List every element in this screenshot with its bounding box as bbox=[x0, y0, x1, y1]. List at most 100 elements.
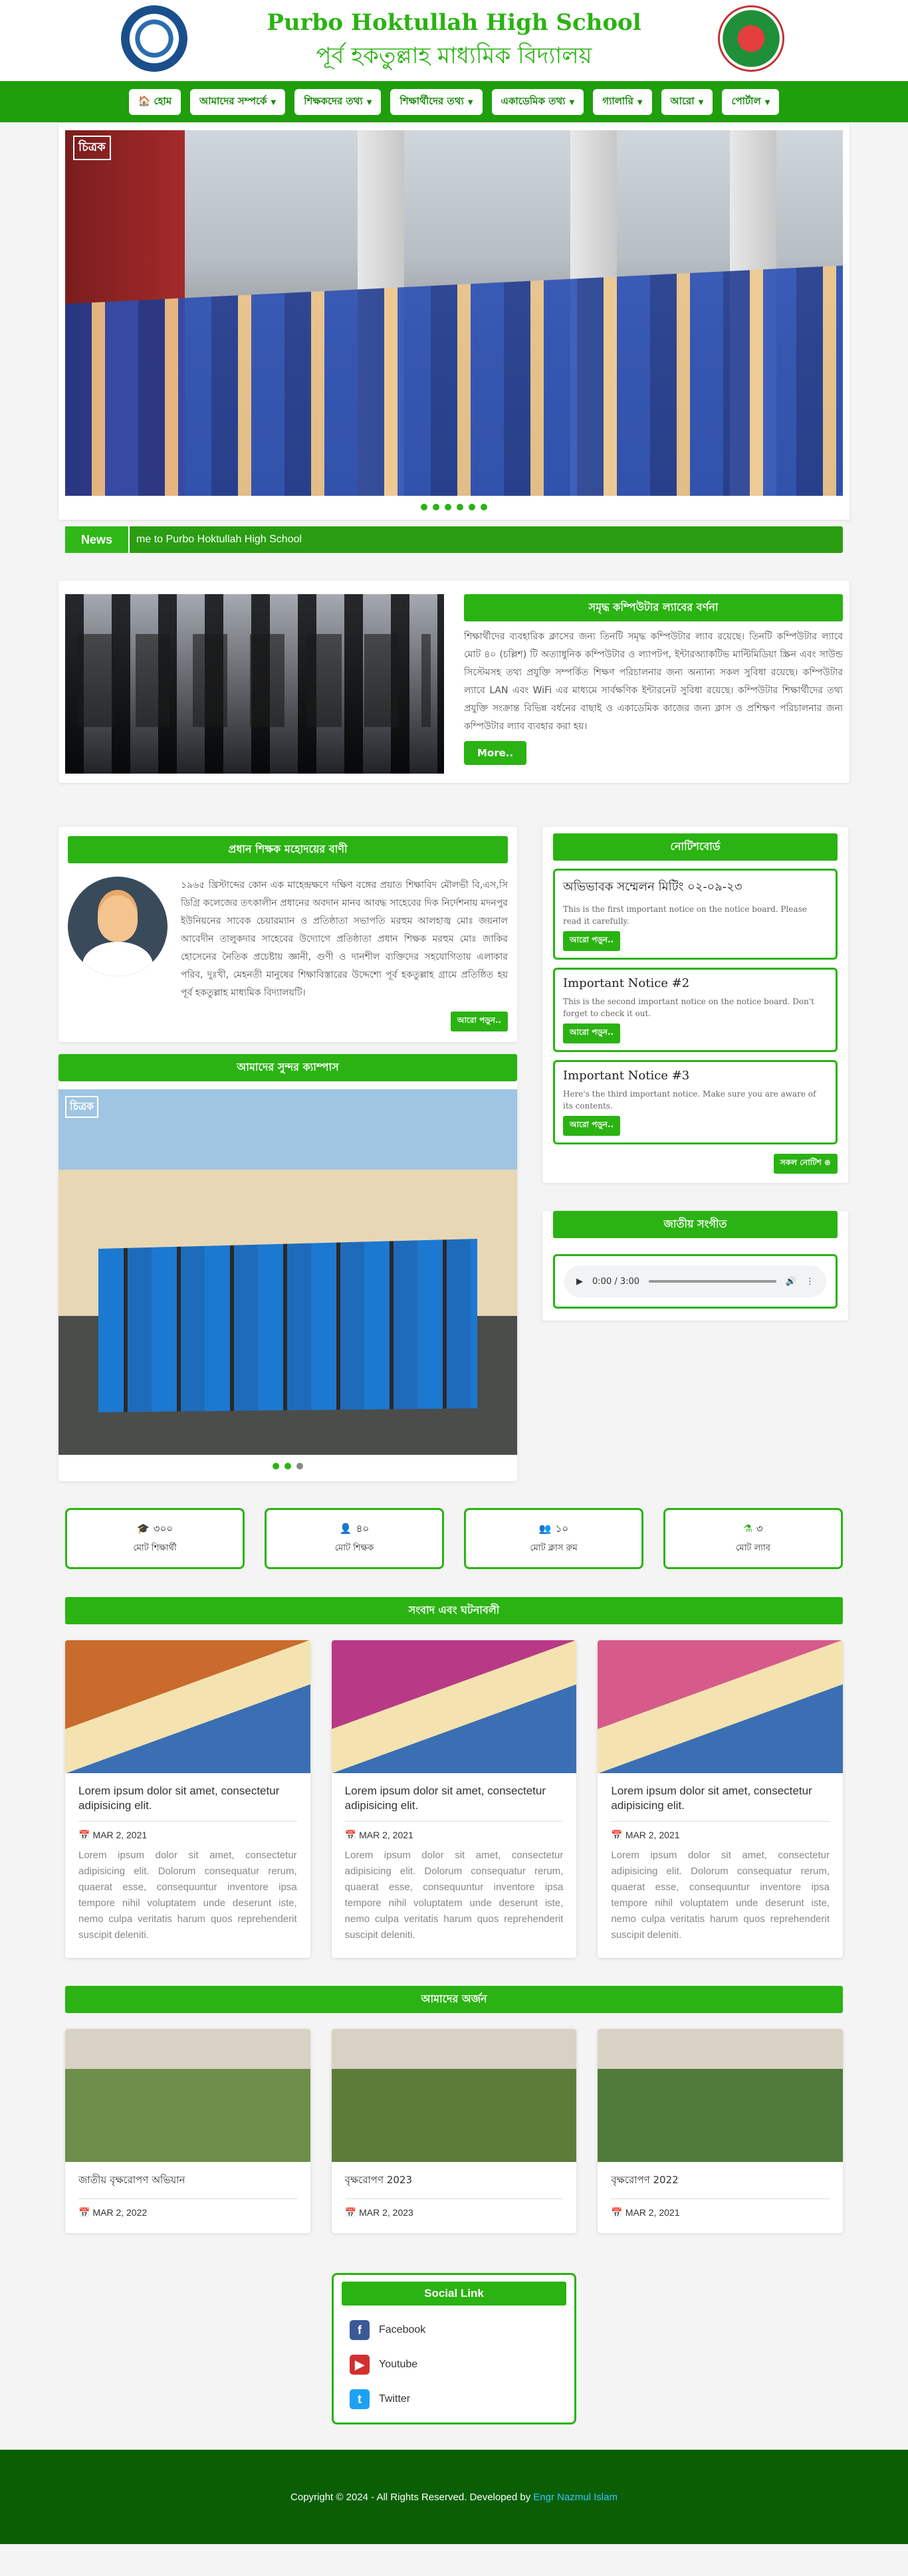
nav-item-label: গ্যালারি bbox=[602, 94, 633, 107]
chevron-down-icon: ▼ bbox=[764, 98, 770, 106]
calendar-icon: 📅 bbox=[344, 2207, 357, 2218]
social-link-label: Twitter bbox=[379, 2393, 411, 2405]
campus-dots bbox=[58, 1463, 517, 1469]
nav-item-label: শিক্ষার্থীদের তথ্য bbox=[399, 94, 464, 107]
events-title: সংবাদ এবং ঘটনাবলী bbox=[65, 1597, 843, 1624]
calendar-icon: 📅 bbox=[78, 2207, 90, 2218]
slider-dot[interactable] bbox=[296, 1463, 303, 1469]
event-image bbox=[598, 1640, 844, 1773]
hero-tag: চিত্রক bbox=[73, 136, 111, 160]
anthem-section: জাতীয় সংগীত ▶ 0:00 / 3:00 🔊 ⋮ bbox=[542, 1211, 848, 1321]
calendar-icon: 📅 bbox=[611, 1830, 623, 1840]
notice-more-button[interactable]: আরো পড়ুন.. bbox=[563, 931, 621, 951]
stat-label: মোট শিক্ষার্থী bbox=[133, 1543, 177, 1553]
event-date: 📅 MAR 2, 2021 bbox=[611, 1830, 830, 1841]
all-notices-button[interactable]: সকল নোটিশ ⊕ bbox=[773, 1154, 838, 1174]
chevron-down-icon: ▼ bbox=[271, 98, 277, 106]
hero-slider: চিত্রক bbox=[58, 124, 850, 520]
event-card[interactable]: Lorem ipsum dolor sit amet, consectetur … bbox=[598, 1640, 844, 1958]
notice-title[interactable]: Important Notice #2 bbox=[563, 976, 828, 990]
slider-dot[interactable] bbox=[421, 504, 427, 510]
event-desc: Lorem ipsum dolor sit amet, consectetur … bbox=[611, 1850, 830, 1941]
school-logo[interactable] bbox=[121, 5, 187, 72]
play-icon[interactable]: ▶ bbox=[576, 1277, 583, 1287]
stats-row: 🎓 ৩০০ মোট শিক্ষার্থী 👤 ৪০ মোট শিক্ষক 👥 ১০ মোট ক্… bbox=[65, 1508, 843, 1569]
achievement-title[interactable]: বৃক্ষরোপণ 2022 bbox=[611, 2173, 830, 2199]
event-title[interactable]: Lorem ipsum dolor sit amet, consectetur … bbox=[611, 1784, 830, 1822]
slider-dot[interactable] bbox=[481, 504, 487, 510]
slider-dot[interactable] bbox=[457, 504, 463, 510]
achievement-card[interactable]: জাতীয় বৃক্ষরোপণ অভিযান 📅 MAR 2, 2022 bbox=[65, 2029, 310, 2233]
social-link-facebook[interactable]: f Facebook bbox=[350, 2320, 566, 2340]
event-card[interactable]: Lorem ipsum dolor sit amet, consectetur … bbox=[331, 1640, 577, 1958]
stat-card: ⚗ ৩ মোট ল্যাব bbox=[663, 1508, 843, 1569]
social-link-twitter[interactable]: t Twitter bbox=[350, 2389, 566, 2409]
calendar-icon: 📅 bbox=[344, 1830, 357, 1840]
news-text[interactable]: me to Purbo Hoktullah High School bbox=[130, 534, 302, 546]
achievement-image bbox=[65, 2029, 310, 2162]
notice-desc: This is the first important notice on th… bbox=[563, 905, 807, 926]
campus-title: আমাদের সুন্দর ক্যাম্পাস bbox=[58, 1054, 517, 1081]
achievement-body: জাতীয় বৃক্ষরোপণ অভিযান 📅 MAR 2, 2022 bbox=[65, 2162, 310, 2233]
nav-item-label: পোর্টাল bbox=[731, 94, 761, 107]
notice-title[interactable]: Important Notice #3 bbox=[563, 1069, 828, 1083]
stat-label: মোট ক্লাস রুম bbox=[530, 1543, 578, 1553]
social-link-label: Youtube bbox=[379, 2359, 418, 2370]
nav-item[interactable]: 🏠 হোম bbox=[128, 88, 181, 115]
slider-dot[interactable] bbox=[273, 1463, 279, 1469]
events-list: Lorem ipsum dolor sit amet, consectetur … bbox=[65, 1640, 844, 1958]
nav-item[interactable]: গ্যালারি ▼ bbox=[593, 88, 652, 115]
stat-card: 👥 ১০ মোট ক্লাস রুম bbox=[464, 1508, 643, 1569]
developer-link[interactable]: Engr Nazmul Islam bbox=[533, 2492, 618, 2503]
achievement-card[interactable]: বৃক্ষরোপণ 2023 📅 MAR 2, 2023 bbox=[331, 2029, 577, 2233]
message-more-button[interactable]: আরো পড়ুন.. bbox=[450, 1012, 508, 1031]
more-options-icon[interactable]: ⋮ bbox=[806, 1277, 814, 1287]
achievement-title[interactable]: জাতীয় বৃক্ষরোপণ অভিযান bbox=[78, 2173, 297, 2199]
achievement-body: বৃক্ষরোপণ 2022 📅 MAR 2, 2021 bbox=[598, 2162, 843, 2233]
notice-more-button[interactable]: আরো পড়ুন.. bbox=[563, 1023, 621, 1043]
nav-item-label: আরো bbox=[670, 94, 695, 107]
notice-board: নোটিশবোর্ড অভিভাবক সম্মেলন মিটিং ০২-০৯-২… bbox=[542, 827, 848, 1183]
nav-item[interactable]: একাডেমিক তথ্য ▼ bbox=[491, 88, 584, 115]
social-link-youtube[interactable]: ▶ Youtube bbox=[350, 2355, 566, 2375]
calendar-icon: 📅 bbox=[78, 1830, 90, 1840]
headmaster-message: প্রধান শিক্ষক মহোদয়ের বাণী ১৯৬৫ খ্রিস্ট… bbox=[58, 827, 517, 1042]
left-column: প্রধান শিক্ষক মহোদয়ের বাণী ১৯৬৫ খ্রিস্ট… bbox=[58, 827, 517, 1481]
notice-desc: This is the second important notice on t… bbox=[563, 997, 814, 1018]
nav-item[interactable]: আরো ▼ bbox=[661, 88, 713, 115]
audio-time: 0:00 / 3:00 bbox=[592, 1276, 640, 1287]
notice-title[interactable]: অভিভাবক সম্মেলন মিটিং ০২-০৯-২৩ bbox=[563, 877, 828, 898]
slider-dot[interactable] bbox=[433, 504, 439, 510]
slider-dot[interactable] bbox=[445, 504, 451, 510]
notice-item: অভিভাবক সম্মেলন মিটিং ০২-০৯-২৩ This is th… bbox=[553, 869, 838, 960]
event-card[interactable]: Lorem ipsum dolor sit amet, consectetur … bbox=[65, 1640, 310, 1958]
audio-player: ▶ 0:00 / 3:00 🔊 ⋮ bbox=[564, 1265, 826, 1297]
audio-progress[interactable] bbox=[649, 1280, 776, 1283]
nav-item[interactable]: শিক্ষকদের তথ্য ▼ bbox=[294, 88, 382, 115]
slider-dot[interactable] bbox=[284, 1463, 291, 1469]
campus-tag: চিত্রক bbox=[65, 1096, 99, 1118]
nav-item[interactable]: শিক্ষার্থীদের তথ্য ▼ bbox=[390, 88, 483, 115]
volume-icon[interactable]: 🔊 bbox=[786, 1277, 796, 1287]
event-body: Lorem ipsum dolor sit amet, consectetur … bbox=[598, 1773, 843, 1958]
event-date-text: MAR 2, 2021 bbox=[625, 1830, 680, 1840]
nav-item[interactable]: আমাদের সম্পর্কে ▼ bbox=[190, 88, 286, 115]
slider-dot[interactable] bbox=[469, 504, 475, 510]
stat-label: মোট শিক্ষক bbox=[334, 1543, 374, 1553]
achievement-date: 📅 MAR 2, 2023 bbox=[345, 2207, 564, 2218]
achievement-title[interactable]: বৃক্ষরোপণ 2023 bbox=[344, 2173, 564, 2199]
stat-value-row: 🎓 ৩০০ bbox=[137, 1521, 173, 1538]
achievement-date-text: MAR 2, 2021 bbox=[625, 2207, 680, 2218]
achievement-card[interactable]: বৃক্ষরোপণ 2022 📅 MAR 2, 2021 bbox=[598, 2029, 844, 2233]
stat-card: 👤 ৪০ মোট শিক্ষক bbox=[265, 1508, 444, 1569]
event-body: Lorem ipsum dolor sit amet, consectetur … bbox=[65, 1773, 310, 1958]
government-logo bbox=[718, 5, 784, 72]
lab-more-button[interactable]: More.. bbox=[464, 741, 527, 765]
notice-more-button[interactable]: আরো পড়ুন.. bbox=[563, 1116, 621, 1136]
achievements-list: জাতীয় বৃক্ষরোপণ অভিযান 📅 MAR 2, 2022 বৃক্ষ… bbox=[65, 2029, 844, 2233]
event-title[interactable]: Lorem ipsum dolor sit amet, consectetur … bbox=[344, 1784, 564, 1822]
nav-item[interactable]: পোর্টাল ▼ bbox=[722, 88, 780, 115]
stat-card: 🎓 ৩০০ মোট শিক্ষার্থী bbox=[65, 1508, 245, 1569]
event-title[interactable]: Lorem ipsum dolor sit amet, consectetur … bbox=[78, 1784, 297, 1822]
main-nav: 🏠 হোম আমাদের সম্পর্কে ▼ শিক্ষকদের তথ্য ▼ শিক্… bbox=[0, 81, 908, 122]
